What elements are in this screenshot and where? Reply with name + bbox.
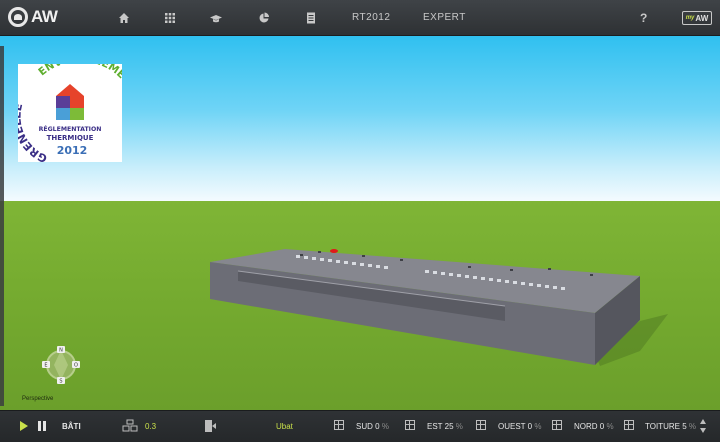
south-value: 0	[375, 422, 380, 431]
south-wall-icon[interactable]	[334, 420, 344, 430]
badge-ring-right: ENVIRONNEMENT	[36, 53, 138, 95]
badge-line1: RÉGLEMENTATION	[39, 124, 102, 133]
logo-text: AW	[31, 7, 58, 26]
structure-icon[interactable]	[122, 419, 138, 433]
myaw-my-text: my	[685, 15, 695, 21]
north-ratio[interactable]: NORD 0 %	[574, 422, 614, 431]
roof-icon[interactable]	[624, 420, 634, 430]
3d-viewport[interactable]: GRENELLE ENVIRONNEMENT RÉGLEMENTATION TH…	[0, 36, 720, 410]
compass-west: O	[74, 363, 78, 369]
compass-east: E	[44, 363, 47, 369]
hat-icon[interactable]	[208, 10, 224, 26]
badge-year: 2012	[57, 144, 88, 157]
top-toolbar: AW RT2012 EXPERT ? my AW	[0, 0, 720, 36]
rt2012-badge: GRENELLE ENVIRONNEMENT RÉGLEMENTATION TH…	[10, 53, 138, 166]
west-ratio[interactable]: OUEST 0 %	[498, 422, 541, 431]
rt2012-tab[interactable]: RT2012	[352, 12, 390, 23]
east-wall-icon[interactable]	[405, 420, 415, 430]
svg-text:ENVIRONNEMENT: ENVIRONNEMENT	[36, 64, 122, 95]
myaw-button[interactable]: my AW	[682, 11, 712, 25]
section-label: BÂTI	[62, 422, 81, 431]
view-mode-label[interactable]: Perspective	[22, 396, 53, 402]
pie-chart-icon[interactable]	[256, 10, 272, 26]
north-label: NORD	[574, 422, 598, 431]
logo-icon	[8, 7, 28, 27]
roof-value: 5	[682, 422, 687, 431]
myaw-aw-text: AW	[695, 13, 709, 23]
value-readout: 0.3	[145, 422, 157, 431]
roof-ratio[interactable]: TOITURE 5 %	[645, 422, 696, 431]
stepper-icon[interactable]	[699, 418, 707, 434]
east-label: EST	[427, 422, 443, 431]
door-icon[interactable]	[203, 419, 217, 433]
compass-south: S	[59, 379, 62, 385]
home-icon[interactable]	[116, 10, 132, 26]
south-unit: %	[381, 422, 389, 431]
north-unit: %	[606, 422, 614, 431]
west-value: 0	[527, 422, 533, 431]
south-label: SUD	[356, 422, 373, 431]
west-unit: %	[534, 422, 542, 431]
badge-house-icon	[56, 84, 84, 120]
north-value: 0	[599, 422, 605, 431]
pause-icon[interactable]	[37, 420, 47, 432]
east-value: 25	[444, 422, 454, 431]
east-unit: %	[455, 422, 463, 431]
document-icon[interactable]	[303, 10, 319, 26]
bottom-toolbar: BÂTI 0.3 Ubat SUD 0 % EST 25 % OUEST 0 %…	[0, 410, 720, 442]
grid-icon[interactable]	[162, 10, 178, 26]
play-icon[interactable]	[19, 420, 29, 432]
help-button[interactable]: ?	[640, 11, 647, 25]
east-ratio[interactable]: EST 25 %	[427, 422, 463, 431]
west-wall-icon[interactable]	[476, 420, 486, 430]
roof-unit: %	[688, 422, 697, 431]
west-label: OUEST	[498, 422, 526, 431]
ubat-label[interactable]: Ubat	[276, 422, 293, 431]
south-ratio[interactable]: SUD 0 %	[356, 422, 389, 431]
orientation-compass[interactable]: N S E O	[40, 344, 82, 386]
expert-tab[interactable]: EXPERT	[423, 12, 466, 23]
badge-line2: THERMIQUE	[47, 134, 94, 142]
roof-label: TOITURE	[645, 422, 680, 431]
app-logo[interactable]: AW	[8, 7, 58, 27]
compass-north: N	[59, 348, 63, 354]
north-wall-icon[interactable]	[552, 420, 562, 430]
